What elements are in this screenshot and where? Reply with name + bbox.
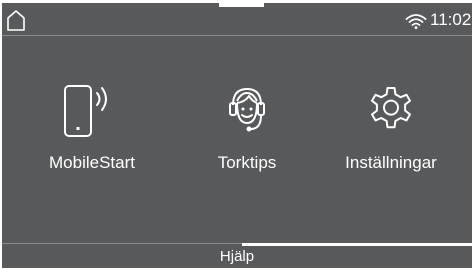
tile-torktips[interactable]: Torktips: [172, 83, 322, 183]
smartphone-signal-icon: [64, 85, 107, 137]
headset-support-icon: [229, 87, 265, 132]
clock: 11:02: [430, 10, 472, 29]
tile-label: Inställningar: [345, 153, 437, 172]
tile-label: Torktips: [217, 153, 277, 172]
tile-label: MobileStart: [49, 153, 135, 172]
wifi-icon: [405, 14, 427, 29]
help-button[interactable]: Hjälp: [2, 246, 472, 268]
page-indicator: [219, 3, 264, 7]
tile-installningar[interactable]: Inställningar: [316, 83, 466, 183]
help-label: Hjälp: [219, 248, 255, 265]
gear-icon: [371, 87, 411, 129]
home-icon[interactable]: [6, 9, 26, 31]
divider: [2, 35, 472, 36]
tile-mobilestart[interactable]: MobileStart: [17, 83, 167, 183]
home-screen: 11:02 MobileStart Torktips Inställningar…: [2, 3, 472, 268]
status-bar: 11:02: [2, 3, 472, 35]
